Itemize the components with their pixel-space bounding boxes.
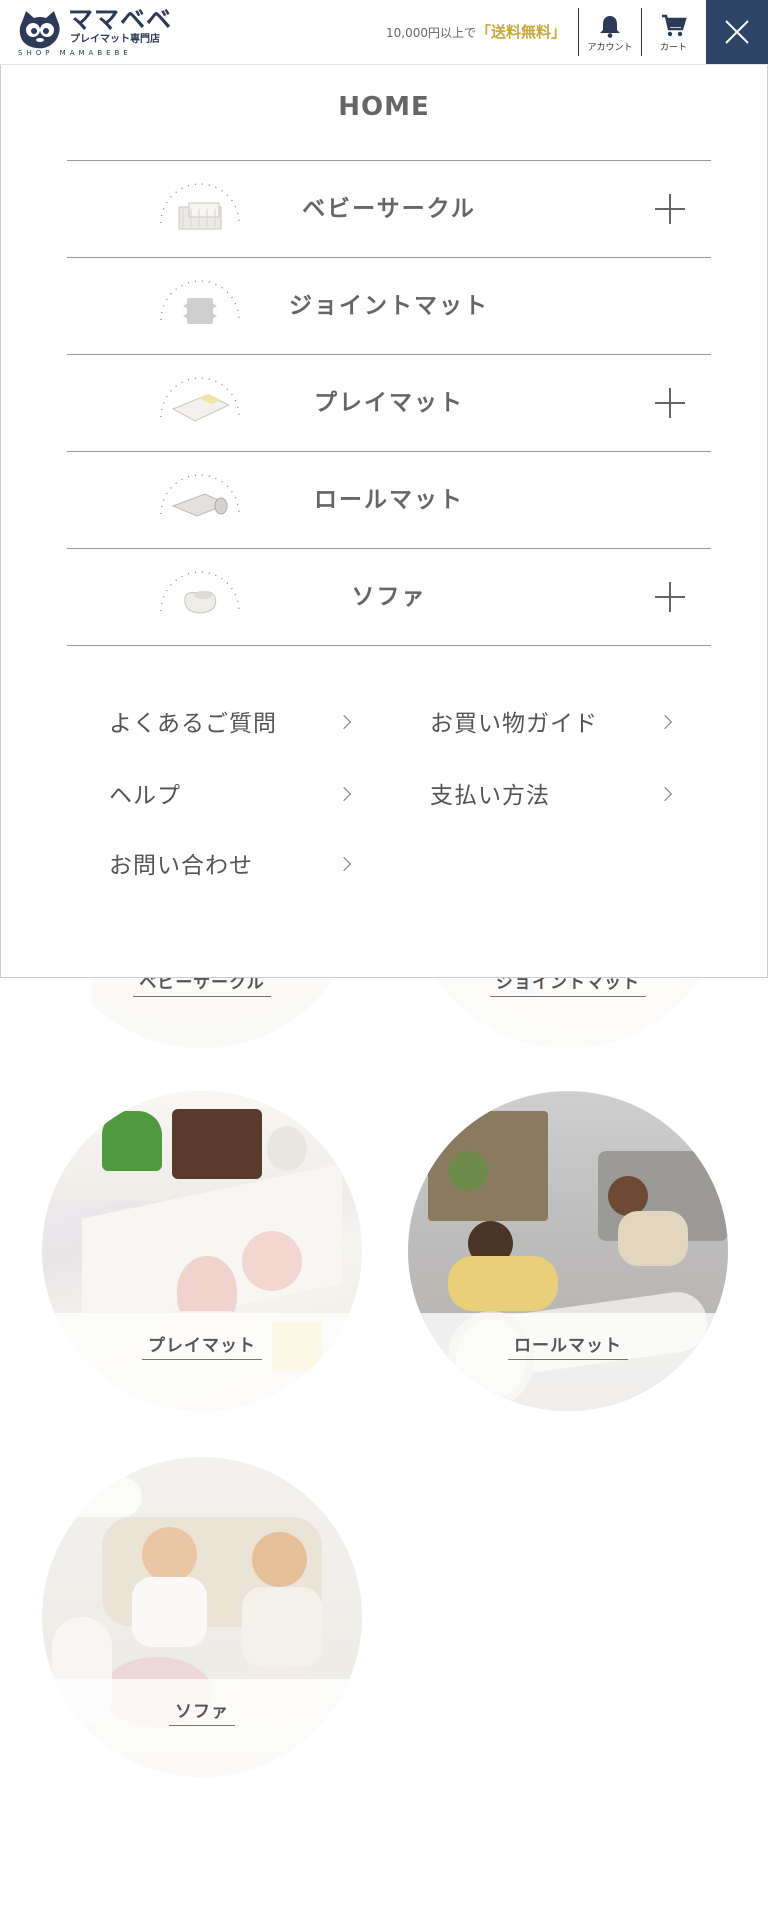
tile-label: プレイマット [142, 1336, 262, 1360]
chevron-right-icon [336, 714, 352, 730]
faq-link-label: よくあるご質問 [109, 711, 277, 737]
category-label: ロールマット [314, 487, 464, 513]
logo-subtitle: プレイマット専門店 [70, 34, 160, 45]
logo-title: ママベベ [68, 5, 173, 34]
shipping-threshold: 10,000円以上で [385, 26, 476, 40]
shopping-guide-link-label: お買い物ガイド [430, 711, 598, 737]
shopping-guide-link[interactable]: お買い物ガイド [430, 704, 673, 744]
logo[interactable]: ママベベ プレイマット専門店 SHOP MAMABEBE [16, 6, 176, 58]
account-label: アカウント [587, 43, 633, 53]
account-button[interactable]: アカウント [578, 8, 641, 56]
bell-icon [600, 16, 620, 38]
shipping-notice: 10,000円以上で「送料無料」 [386, 20, 566, 45]
expand-plus-icon[interactable] [655, 194, 685, 224]
category-label: プレイマット [314, 390, 464, 416]
drawer-menu: HOME ベビーサークル ジョイントマット プレイマット ロールマット ソファ … [0, 64, 768, 978]
chevron-right-icon [336, 856, 352, 872]
tile-label: ロールマット [508, 1336, 628, 1360]
category-item-roll-mat[interactable]: ロールマット [67, 452, 711, 549]
chevron-right-icon [336, 786, 352, 802]
expand-plus-icon[interactable] [655, 388, 685, 418]
chevron-right-icon [657, 786, 673, 802]
category-tile-sofa[interactable]: ソファ [42, 1457, 362, 1777]
close-icon [725, 20, 749, 44]
payment-methods-link[interactable]: 支払い方法 [430, 776, 673, 816]
cart-button[interactable]: カート [641, 8, 705, 56]
category-tile-play-mat[interactable]: プレイマット [42, 1091, 362, 1411]
category-label: ベビーサークル [302, 196, 476, 222]
home-link[interactable]: HOME [1, 92, 767, 122]
contact-link-label: お問い合わせ [109, 853, 253, 879]
close-menu-button[interactable] [706, 0, 768, 64]
category-tile-roll-mat[interactable]: ロールマット [408, 1091, 728, 1411]
expand-plus-icon[interactable] [655, 582, 685, 612]
cat-logo-icon [19, 11, 60, 49]
category-item-sofa[interactable]: ソファ [67, 549, 711, 646]
shipping-free-label: 「送料無料」 [475, 23, 566, 41]
cart-label: カート [659, 43, 687, 53]
category-item-play-mat[interactable]: プレイマット [67, 355, 711, 452]
tile-label: ソファ [169, 1702, 235, 1726]
help-link-label: ヘルプ [109, 783, 181, 809]
chevron-right-icon [657, 714, 673, 730]
logo-english: SHOP MAMABEBE [18, 49, 132, 57]
category-item-baby-circle[interactable]: ベビーサークル [67, 161, 711, 258]
category-item-joint-mat[interactable]: ジョイントマット [67, 258, 711, 355]
category-label: ジョイントマット [289, 293, 489, 319]
help-link[interactable]: ヘルプ [109, 776, 352, 816]
cart-icon [661, 14, 687, 37]
category-label: ソファ [351, 584, 427, 610]
contact-link[interactable]: お問い合わせ [109, 846, 352, 886]
site-header: ママベベ プレイマット専門店 SHOP MAMABEBE 10,000円以上で「… [0, 0, 768, 65]
payment-methods-link-label: 支払い方法 [430, 783, 550, 809]
faq-link[interactable]: よくあるご質問 [109, 704, 352, 744]
category-list: ベビーサークル ジョイントマット プレイマット ロールマット ソファ [67, 160, 711, 646]
